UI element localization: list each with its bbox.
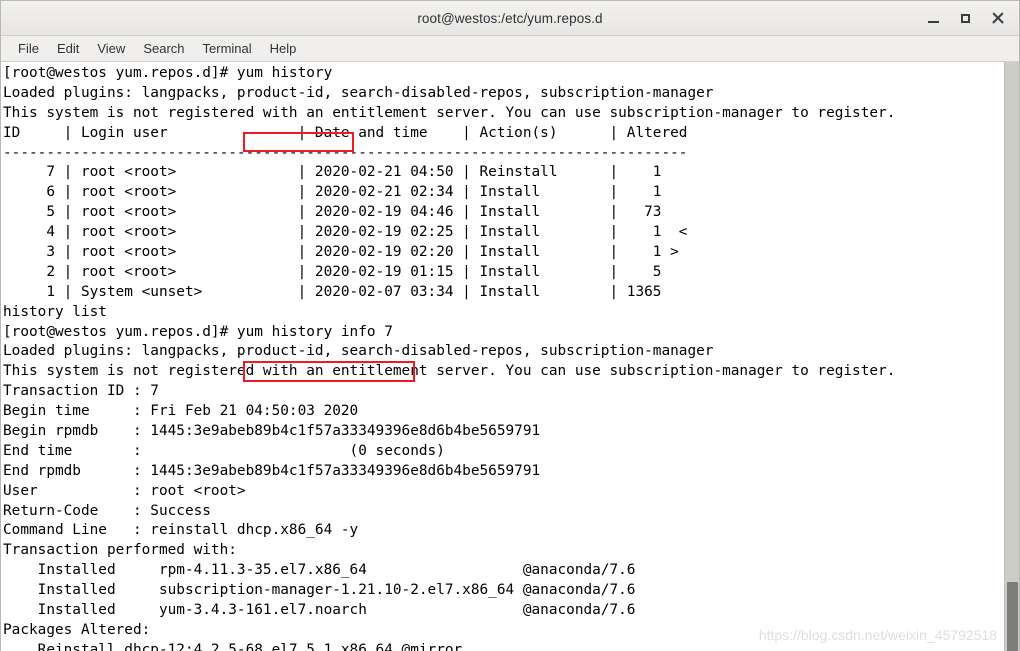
menu-item-search[interactable]: Search [134,39,193,58]
terminal-line: End rpmdb : 1445:3e9abeb89b4c1f57a333493… [3,462,541,479]
menu-item-file[interactable]: File [9,39,48,58]
terminal-line: 4 | root <root> | 2020-02-19 02:25 | Ins… [3,224,688,241]
terminal-line: 6 | root <root> | 2020-02-21 02:34 | Ins… [3,184,662,201]
vertical-scrollbar[interactable] [1004,62,1019,651]
maximize-button[interactable] [949,3,981,33]
minimize-icon [927,20,939,23]
terminal-line: 5 | root <root> | 2020-02-19 04:46 | Ins… [3,204,662,221]
close-icon [991,12,1004,25]
menu-bar: File Edit View Search Terminal Help [1,36,1019,62]
terminal-body: [root@westos yum.repos.d]# yum history Lo… [1,62,1019,651]
terminal-line: 7 | root <root> | 2020-02-21 04:50 | Rei… [3,164,662,181]
terminal-line: Packages Altered: [3,621,151,638]
scrollbar-thumb[interactable] [1007,582,1018,651]
terminal-line: Installed yum-3.4.3-161.el7.noarch @anac… [3,602,636,619]
terminal-line: Begin time : Fri Feb 21 04:50:03 2020 [3,403,359,420]
terminal-line: Transaction ID : 7 [3,383,159,400]
terminal-line: Reinstall dhcp-12:4.2.5-68.el7_5.1.x86_6… [3,641,463,651]
terminal-line: [root@westos yum.repos.d]# yum history [3,65,333,81]
terminal-line: 3 | root <root> | 2020-02-19 02:20 | Ins… [3,244,679,261]
terminal-line: Begin rpmdb : 1445:3e9abeb89b4c1f57a3334… [3,423,541,440]
terminal-line: history list [3,303,107,320]
terminal-line: Return-Code : Success [3,502,211,519]
terminal-line: This system is not registered with an en… [3,104,896,121]
terminal-window: root@westos:/etc/yum.repos.d File Edit V… [0,0,1020,651]
terminal-line: Installed rpm-4.11.3-35.el7.x86_64 @anac… [3,562,636,579]
terminal-line: [root@westos yum.repos.d]# yum history i… [3,323,393,340]
terminal-line: User : root <root> [3,482,246,499]
terminal-line: 2 | root <root> | 2020-02-19 01:15 | Ins… [3,263,662,280]
title-bar: root@westos:/etc/yum.repos.d [1,1,1019,36]
terminal-line: ----------------------------------------… [3,144,688,161]
minimize-button[interactable] [917,3,949,33]
maximize-icon [960,13,970,23]
window-controls [917,1,1013,35]
terminal-line: Transaction performed with: [3,542,237,559]
terminal-line: ID | Login user | Date and time | Action… [3,124,688,141]
menu-item-view[interactable]: View [88,39,134,58]
terminal-line: This system is not registered with an en… [3,363,896,380]
menu-item-terminal[interactable]: Terminal [194,39,261,58]
terminal-line: Loaded plugins: langpacks, product-id, s… [3,84,714,101]
terminal-screen[interactable]: [root@westos yum.repos.d]# yum history Lo… [1,62,1004,651]
close-button[interactable] [981,3,1013,33]
window-title: root@westos:/etc/yum.repos.d [417,10,603,26]
terminal-line: Installed subscription-manager-1.21.10-2… [3,582,636,599]
terminal-output: [root@westos yum.repos.d]# yum history Lo… [3,64,1004,651]
terminal-line: End time : (0 seconds) [3,442,445,459]
menu-item-help[interactable]: Help [261,39,306,58]
terminal-line: Command Line : reinstall dhcp.x86_64 -y [3,522,359,539]
terminal-line: Loaded plugins: langpacks, product-id, s… [3,343,714,360]
menu-item-edit[interactable]: Edit [48,39,88,58]
terminal-line: 1 | System <unset> | 2020-02-07 03:34 | … [3,283,662,300]
